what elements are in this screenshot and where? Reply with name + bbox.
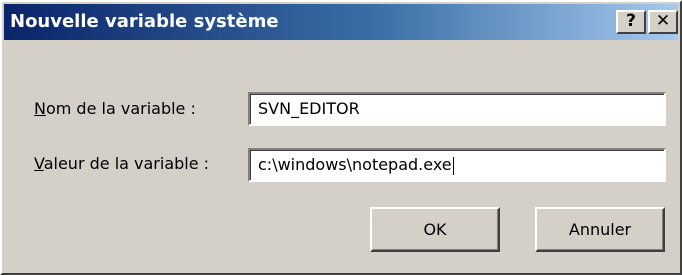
dialog-title: Nouvelle variable système (10, 11, 279, 32)
variable-name-label: Nom de la variable : (34, 99, 196, 118)
help-button[interactable]: ? (616, 10, 646, 34)
ok-button[interactable]: OK (370, 207, 500, 252)
close-icon: ✕ (655, 11, 671, 31)
variable-name-label-text: om de la variable : (45, 99, 196, 118)
new-system-variable-dialog: Nouvelle variable système ? ✕ Nom de la … (0, 0, 682, 275)
variable-value-field[interactable]: c:\windows\notepad.exe (248, 148, 666, 182)
variable-value-value: c:\windows\notepad.exe (258, 155, 452, 174)
variable-name-mnemonic: N (34, 99, 46, 118)
variable-value-mnemonic: V (34, 154, 44, 173)
title-bar[interactable]: Nouvelle variable système ? ✕ (4, 4, 678, 40)
variable-name-value: SVN_EDITOR (258, 99, 360, 118)
help-icon: ? (626, 11, 636, 31)
close-button[interactable]: ✕ (648, 10, 678, 34)
variable-name-field[interactable]: SVN_EDITOR (248, 92, 666, 126)
variable-value-label: Valeur de la variable : (34, 154, 209, 173)
cancel-button[interactable]: Annuler (535, 207, 665, 252)
text-caret (452, 156, 454, 175)
variable-value-label-text: aleur de la variable : (43, 154, 210, 173)
